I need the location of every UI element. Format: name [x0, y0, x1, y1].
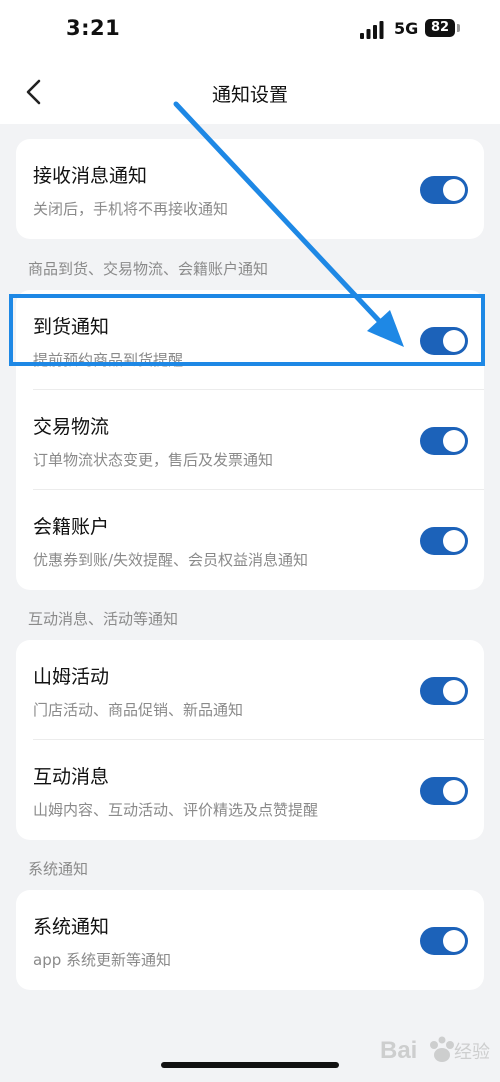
toggle-knob [443, 330, 465, 352]
row-system-notice: 系统通知 app 系统更新等通知 [16, 890, 484, 990]
row-subtitle: app 系统更新等通知 [33, 951, 172, 969]
section-label-system: 系统通知 [28, 860, 89, 878]
home-indicator [161, 1062, 339, 1068]
row-subtitle: 订单物流状态变更，售后及发票通知 [33, 451, 274, 469]
row-title: 到货通知 [33, 316, 110, 338]
row-title: 会籍账户 [33, 516, 110, 538]
page-title: 通知设置 [211, 84, 288, 106]
section-label-interact: 互动消息、活动等通知 [28, 610, 179, 628]
row-sam-activity: 山姆活动 门店活动、商品促销、新品通知 [16, 640, 484, 740]
svg-text:经验: 经验 [454, 1042, 490, 1063]
row-receive-notifications: 接收消息通知 关闭后，手机将不再接收通知 [16, 139, 484, 239]
section-label-goods: 商品到货、交易物流、会籍账户通知 [28, 260, 269, 278]
toggle-knob [443, 179, 465, 201]
row-membership: 会籍账户 优惠券到账/失效提醒、会员权益消息通知 [16, 490, 484, 590]
row-title: 系统通知 [33, 916, 110, 938]
card-main: 接收消息通知 关闭后，手机将不再接收通知 [16, 139, 484, 239]
battery-cap [457, 24, 460, 32]
card-interact: 山姆活动 门店活动、商品促销、新品通知 互动消息 山姆内容、互动活动、评价精选及… [16, 640, 484, 840]
watermark-logo: Bai 经验 [380, 1036, 490, 1064]
signal-bars-icon [360, 21, 384, 39]
network-type: 5G [394, 19, 419, 38]
battery-icon: 82 [425, 19, 455, 37]
card-system: 系统通知 app 系统更新等通知 [16, 890, 484, 990]
nav-bar: 通知设置 [0, 60, 500, 124]
row-title: 交易物流 [33, 416, 110, 438]
toggle-sam-activity[interactable] [420, 677, 468, 705]
row-interaction-messages: 互动消息 山姆内容、互动活动、评价精选及点赞提醒 [16, 740, 484, 840]
toggle-knob [443, 680, 465, 702]
row-logistics: 交易物流 订单物流状态变更，售后及发票通知 [16, 390, 484, 490]
toggle-logistics[interactable] [420, 427, 468, 455]
row-subtitle: 门店活动、商品促销、新品通知 [33, 701, 244, 719]
row-subtitle: 提前预约商品到货提醒 [33, 351, 184, 369]
row-subtitle: 优惠券到账/失效提醒、会员权益消息通知 [33, 551, 309, 569]
toggle-interaction-messages[interactable] [420, 777, 468, 805]
toggle-knob [443, 430, 465, 452]
toggle-membership[interactable] [420, 527, 468, 555]
row-title: 互动消息 [33, 766, 110, 788]
toggle-receive-notifications[interactable] [420, 176, 468, 204]
toggle-knob [443, 930, 465, 952]
row-title: 山姆活动 [33, 666, 110, 688]
toggle-system-notice[interactable] [420, 927, 468, 955]
row-arrival-notice: 到货通知 提前预约商品到货提醒 [16, 290, 484, 390]
toggle-knob [443, 780, 465, 802]
row-subtitle: 山姆内容、互动活动、评价精选及点赞提醒 [33, 801, 319, 819]
svg-text:Bai: Bai [380, 1037, 417, 1064]
row-subtitle: 关闭后，手机将不再接收通知 [33, 200, 229, 218]
status-time: 3:21 [66, 16, 121, 40]
status-bar: 3:21 5G 82 [0, 0, 500, 60]
card-goods: 到货通知 提前预约商品到货提醒 交易物流 订单物流状态变更，售后及发票通知 会籍… [16, 290, 484, 590]
row-title: 接收消息通知 [33, 165, 148, 187]
toggle-arrival-notice[interactable] [420, 327, 468, 355]
toggle-knob [443, 530, 465, 552]
